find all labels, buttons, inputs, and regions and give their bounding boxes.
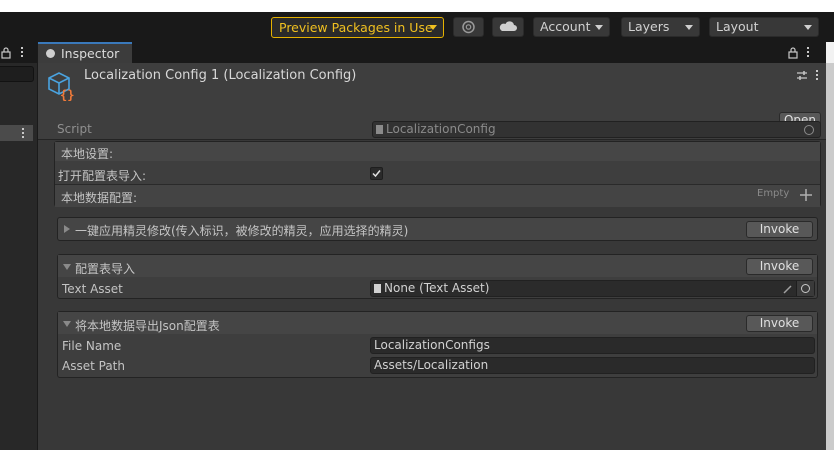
object-picker-icon (801, 284, 810, 293)
sprite-modify-title: 一键应用精灵修改(传入标识，被修改的精灵，应用选择的精灵) (75, 224, 409, 238)
chevron-down-icon (429, 25, 437, 30)
selected-row[interactable] (0, 125, 33, 141)
account-label: Account (540, 19, 591, 34)
script-value: LocalizationConfig (386, 122, 496, 136)
cloud-icon (499, 21, 517, 31)
layout-dropdown[interactable]: Layout (709, 17, 819, 37)
chevron-down-icon (685, 25, 693, 30)
pencil-icon[interactable] (783, 284, 793, 294)
hierarchy-search-input[interactable] (0, 66, 34, 82)
asset-path-label: Asset Path (62, 359, 125, 373)
text-asset-label: Text Asset (62, 282, 123, 296)
local-settings-group: 本地设置: 打开配置表导入: 本地数据配置: Empty (54, 141, 821, 207)
config-import-section: 配置表导入 Invoke Text Asset None (Text Asset… (57, 254, 818, 299)
file-name-label: File Name (62, 339, 122, 353)
kebab-menu-icon[interactable] (816, 70, 819, 82)
local-settings-header (55, 142, 820, 161)
right-window-edge (826, 42, 834, 450)
kebab-menu-icon[interactable] (807, 47, 810, 59)
chevron-down-icon (595, 25, 603, 30)
invoke-button[interactable]: Invoke (746, 315, 813, 332)
config-import-title: 配置表导入 (75, 262, 136, 276)
text-file-icon (374, 284, 381, 293)
invoke-button[interactable]: Invoke (746, 221, 813, 238)
scriptable-object-icon: {} (48, 72, 74, 101)
asset-path-input[interactable]: Assets/Localization (370, 357, 815, 374)
script-file-icon (376, 125, 383, 134)
package-manager-button[interactable] (453, 17, 484, 37)
lock-icon[interactable] (788, 47, 798, 59)
layout-label: Layout (716, 19, 759, 34)
checkmark-icon (372, 170, 381, 178)
account-dropdown[interactable]: Account (533, 17, 610, 37)
text-asset-field[interactable]: None (Text Asset) (370, 280, 815, 297)
inspector-panel: Inspector {} Localization Config 1 (Loca… (38, 42, 826, 450)
local-settings-label: 本地设置: (61, 147, 114, 161)
gear-icon (462, 20, 475, 34)
local-data-row: 本地数据配置: Empty (55, 184, 820, 207)
object-picker-icon (804, 125, 814, 135)
main-toolbar: Preview Packages in Use Account Layers L… (0, 12, 834, 42)
open-import-checkbox[interactable] (370, 167, 383, 180)
right-window-edge-top (826, 42, 834, 63)
layers-label: Layers (628, 19, 670, 34)
tab-inspector[interactable]: Inspector (38, 42, 132, 64)
kebab-menu-icon[interactable] (22, 128, 25, 140)
script-label: Script (57, 122, 92, 136)
tab-inspector-label: Inspector (61, 46, 120, 61)
preset-sliders-icon[interactable] (796, 70, 808, 82)
collapse-arrow-icon[interactable] (63, 321, 71, 327)
config-import-header[interactable] (58, 255, 817, 277)
expand-arrow-icon[interactable] (64, 225, 70, 233)
top-window-strip (0, 0, 834, 12)
kebab-menu-icon[interactable] (21, 47, 24, 59)
export-json-section: 将本地数据导出Json配置表 Invoke File Name Localiza… (57, 311, 818, 378)
collapse-arrow-icon[interactable] (63, 264, 71, 270)
left-dock-panel (0, 42, 38, 450)
invoke-button[interactable]: Invoke (746, 258, 813, 275)
inspector-tab-bar (38, 42, 826, 63)
local-data-label: 本地数据配置: (61, 191, 138, 205)
chevron-down-icon (804, 25, 812, 30)
layers-dropdown[interactable]: Layers (621, 17, 700, 37)
text-asset-value: None (Text Asset) (384, 281, 490, 295)
file-name-input[interactable]: LocalizationConfigs (370, 337, 815, 354)
left-panel-header (0, 42, 37, 63)
empty-indicator: Empty (757, 188, 790, 199)
object-picker-button[interactable] (796, 281, 814, 296)
lock-icon[interactable] (1, 47, 11, 59)
add-plus-icon[interactable] (799, 188, 813, 202)
script-field: LocalizationConfig (372, 121, 821, 138)
svg-text:{}: {} (60, 88, 74, 101)
preview-packages-label: Preview Packages in Use (279, 20, 433, 35)
export-json-title: 将本地数据导出Json配置表 (75, 319, 220, 333)
asset-title: Localization Config 1 (Localization Conf… (84, 68, 357, 83)
open-import-label: 打开配置表导入: (58, 169, 147, 183)
preview-packages-dropdown[interactable]: Preview Packages in Use (271, 17, 444, 38)
sprite-modify-section[interactable]: 一键应用精灵修改(传入标识，被修改的精灵，应用选择的精灵) Invoke (57, 217, 818, 241)
cloud-button[interactable] (492, 17, 524, 37)
info-icon (46, 49, 55, 58)
